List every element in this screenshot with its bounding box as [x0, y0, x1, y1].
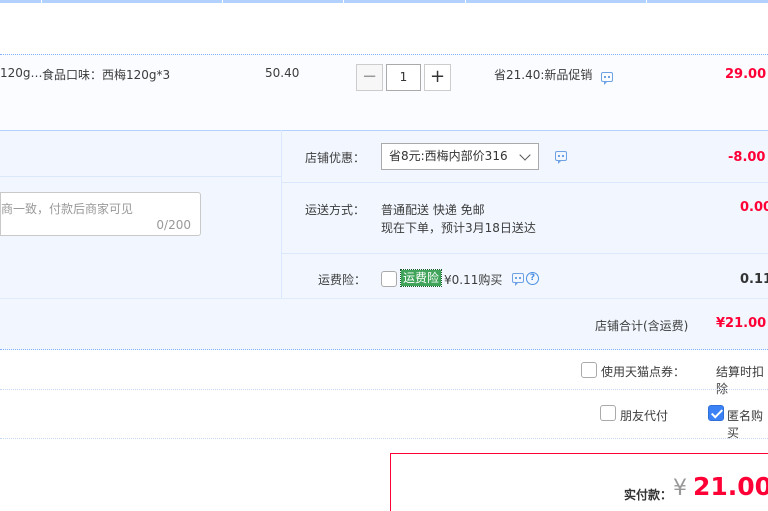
- friend-pay-label: 朋友代付: [620, 409, 669, 423]
- column-divider: [343, 0, 344, 3]
- divider: [282, 253, 768, 254]
- friend-pay-checkbox[interactable]: [600, 405, 616, 421]
- shop-total-value: ¥21.00: [716, 316, 767, 331]
- shipping-eta: 现在下单，预计3月18日送达: [381, 221, 536, 235]
- quantity-input[interactable]: 1: [386, 64, 421, 91]
- tmall-points-label: 使用天猫点券：: [601, 365, 686, 379]
- column-divider: [222, 0, 223, 3]
- shipping-label: 运送方式：: [305, 203, 366, 217]
- anonymous-label: 匿名购买: [727, 409, 764, 440]
- chat-icon[interactable]: [512, 273, 524, 286]
- shop-discount-selected: 省8元:西梅内部价316: [389, 149, 508, 163]
- insurance-badge: 运费险: [399, 269, 443, 287]
- payment-summary: 实付款： ¥ 21.00: [390, 453, 768, 511]
- chat-icon[interactable]: [601, 72, 613, 85]
- column-divider: [646, 0, 647, 3]
- shop-discount-label: 店铺优惠：: [305, 151, 366, 165]
- shop-total-label: 店铺合计(含运费): [595, 319, 689, 333]
- unit-price: 50.40: [265, 66, 300, 80]
- tmall-points-checkbox[interactable]: [581, 362, 597, 378]
- chat-icon[interactable]: [555, 151, 567, 164]
- help-icon[interactable]: ?: [526, 272, 539, 285]
- item-subtotal: 29.00: [725, 67, 767, 82]
- divider: [0, 176, 282, 177]
- insurance-label: 运费险：: [318, 273, 367, 287]
- message-char-count: 0/200: [156, 218, 191, 232]
- divider: [0, 438, 768, 439]
- quantity-decrease-button[interactable]: −: [356, 64, 383, 91]
- divider: [0, 389, 768, 390]
- anonymous-checkbox[interactable]: [708, 405, 724, 421]
- tmall-points-note: 结算时扣除: [716, 365, 765, 396]
- shipping-fee: 0.00: [740, 200, 768, 215]
- currency-symbol: ¥: [673, 476, 687, 501]
- payment-label: 实付款：: [624, 488, 673, 502]
- sku-label: 食品口味：西梅120g*3: [42, 68, 171, 82]
- insurance-checkbox[interactable]: [381, 271, 397, 287]
- shipping-method: 普通配送 快递 免邮: [381, 203, 485, 217]
- divider: [282, 182, 768, 183]
- shop-discount-select[interactable]: 省8元:西梅内部价316: [381, 143, 539, 170]
- product-title[interactable]: 120g…: [0, 66, 43, 80]
- shop-discount-amount: -8.00: [728, 150, 766, 165]
- column-divider: [465, 0, 466, 3]
- column-divider: [41, 0, 42, 3]
- quantity-increase-button[interactable]: +: [424, 64, 451, 91]
- payment-amount: 21.00: [693, 472, 768, 501]
- message-placeholder: 商一致，付款后商家可见: [1, 202, 134, 216]
- chevron-down-icon: [519, 149, 531, 161]
- insurance-amount: 0.11: [740, 272, 768, 287]
- header-strip: [0, 0, 768, 3]
- promo-text: 省21.40:新品促销: [494, 68, 593, 82]
- buyer-message-input[interactable]: 商一致，付款后商家可见 0/200: [0, 192, 201, 236]
- insurance-price: ¥0.11购买: [444, 273, 503, 287]
